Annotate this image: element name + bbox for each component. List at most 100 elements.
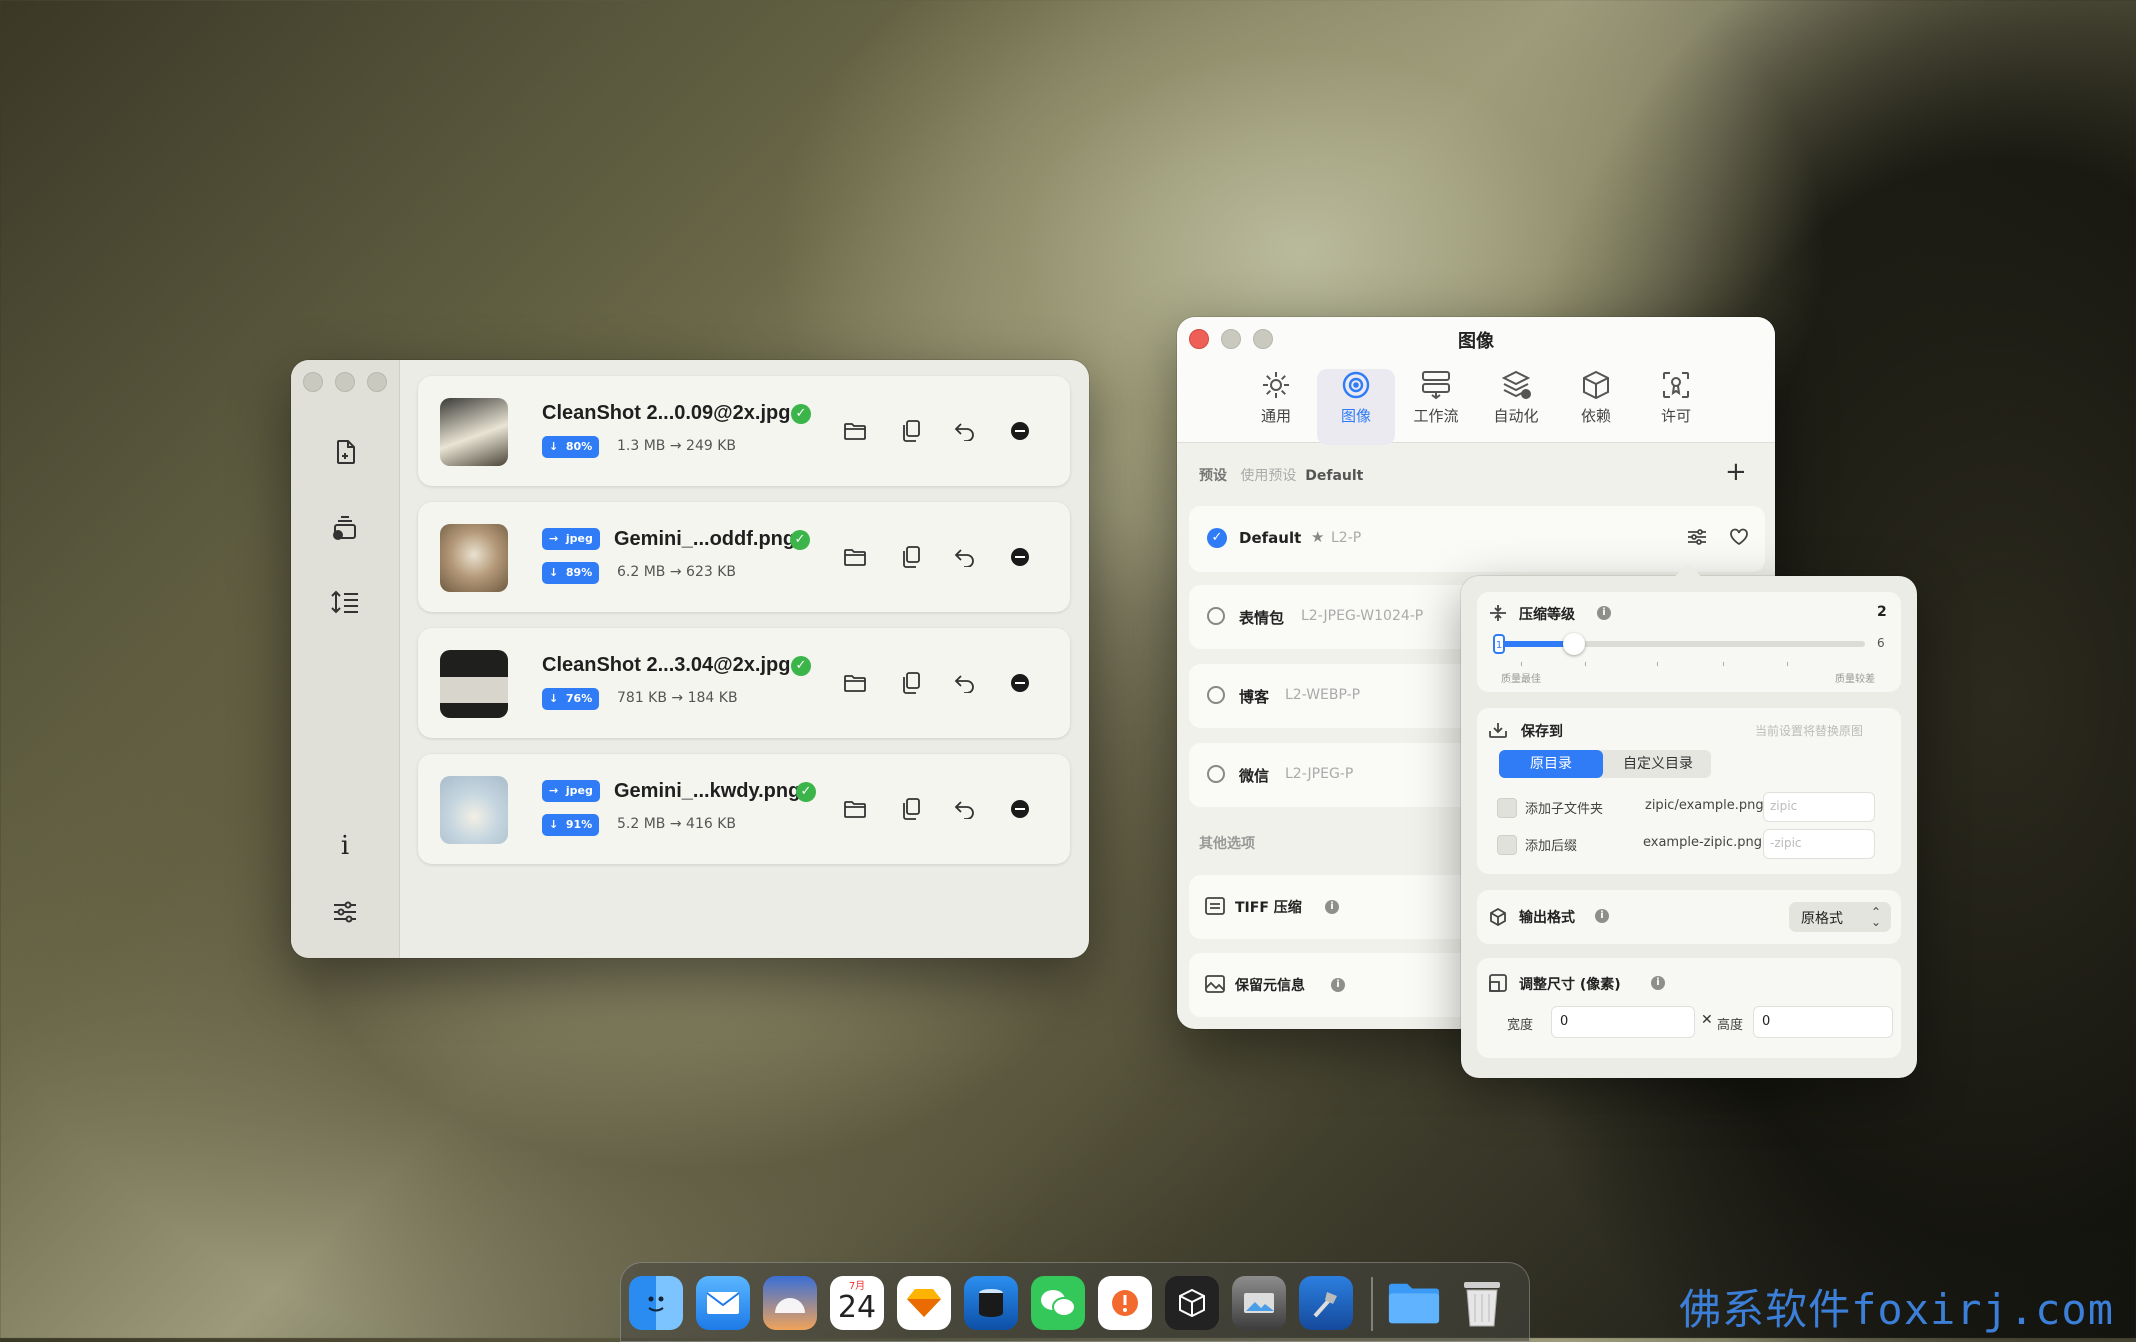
folder-icon[interactable]	[840, 668, 870, 698]
folder-icon[interactable]	[840, 794, 870, 824]
resize-section: 调整尺寸 (像素) i 宽度 0 ✕ 高度 0	[1477, 958, 1901, 1058]
segment-custom-dir[interactable]: 自定义目录	[1605, 750, 1711, 778]
zoom-button[interactable]	[367, 372, 387, 392]
segment-original-dir[interactable]: 原目录	[1499, 750, 1603, 778]
mail-icon[interactable]	[696, 1276, 750, 1330]
undo-icon[interactable]	[950, 794, 980, 824]
output-format-select[interactable]: 原格式 ⌃ ⌄	[1789, 902, 1891, 932]
preset-row[interactable]: ✓ Default ★ L2-P	[1189, 506, 1765, 572]
height-label: 高度	[1717, 1018, 1744, 1033]
preset-settings-popover: 压缩等级 i 2 1 6 质量最佳 质量较差 保存到 当前设置将替换原图 原目录…	[1461, 563, 1917, 1078]
remove-icon[interactable]	[1005, 542, 1035, 572]
option-label: TIFF 压缩	[1235, 900, 1302, 916]
suffix-placeholder: -zipic	[1770, 836, 1802, 850]
info-icon[interactable]: i	[1595, 909, 1609, 923]
compression-slider-track[interactable]	[1501, 633, 1865, 655]
subfolder-checkbox[interactable]	[1497, 798, 1517, 818]
close-button[interactable]	[303, 372, 323, 392]
finder-icon[interactable]	[629, 1276, 683, 1330]
chevron-updown-icon: ⌃ ⌄	[1870, 905, 1881, 929]
undo-icon[interactable]	[950, 416, 980, 446]
compression-label: 压缩等级	[1519, 607, 1575, 623]
tiff-icon	[1205, 897, 1225, 919]
resize-label: 调整尺寸 (像素)	[1519, 977, 1621, 993]
sketch-icon[interactable]	[897, 1276, 951, 1330]
tab-general[interactable]: 通用	[1237, 369, 1315, 445]
saving-badge: ↓ 91%	[542, 814, 600, 836]
copy-icon[interactable]	[896, 668, 926, 698]
dock-separator	[1371, 1277, 1373, 1331]
compression-value: 2	[1877, 604, 1887, 620]
tab-dependencies[interactable]: 依赖	[1557, 369, 1635, 445]
xcode-icon[interactable]	[1299, 1276, 1353, 1330]
info-icon[interactable]: i	[1325, 900, 1339, 914]
calendar-icon[interactable]: 7月 24	[830, 1276, 884, 1330]
tab-image[interactable]: 图像	[1317, 369, 1395, 445]
option-label: 保留元信息	[1235, 978, 1305, 994]
subfolder-placeholder: zipic	[1770, 799, 1798, 813]
add-preset-button[interactable]: +	[1725, 457, 1747, 487]
file-card[interactable]: CleanShot 2...3.04@2x.jpg ✓ ↓ 76% 781 KB…	[418, 628, 1070, 738]
width-label: 宽度	[1507, 1018, 1534, 1033]
saving-badge: ↓ 80%	[542, 436, 600, 458]
undo-icon[interactable]	[950, 542, 980, 572]
file-card[interactable]: → jpeg Gemini_...oddf.png ✓ ↓ 89% 6.2 MB…	[418, 502, 1070, 612]
clear-list-icon[interactable]	[325, 508, 365, 548]
folder-icon[interactable]	[840, 542, 870, 572]
preview-icon[interactable]	[1232, 1276, 1286, 1330]
favorite-heart-icon[interactable]	[1729, 528, 1749, 550]
info-icon[interactable]: i	[1331, 978, 1345, 992]
slider-tick	[1521, 662, 1522, 666]
compression-slider-knob[interactable]	[1563, 633, 1585, 655]
trash-icon[interactable]	[1455, 1276, 1509, 1330]
add-file-icon[interactable]	[325, 432, 365, 472]
preset-name: 微信	[1239, 767, 1270, 785]
times-icon: ✕	[1701, 1012, 1713, 1028]
height-value: 0	[1762, 1014, 1771, 1029]
copy-icon[interactable]	[896, 542, 926, 572]
app-icon-orange[interactable]	[1098, 1276, 1152, 1330]
preset-settings-icon[interactable]	[1687, 528, 1707, 550]
slider-tick	[1723, 662, 1724, 666]
remove-icon[interactable]	[1005, 668, 1035, 698]
tab-workflow[interactable]: 工作流	[1397, 369, 1475, 445]
weather-icon[interactable]	[763, 1276, 817, 1330]
save-to-hint: 当前设置将替换原图	[1755, 724, 1864, 738]
file-sizes: 781 KB → 184 KB	[617, 690, 738, 706]
info-icon[interactable]: i	[1651, 976, 1665, 990]
folder-icon[interactable]	[840, 416, 870, 446]
saving-badge: ↓ 76%	[542, 688, 600, 710]
automation-icon	[1501, 370, 1531, 399]
tab-license[interactable]: 许可	[1637, 369, 1715, 445]
sort-icon[interactable]	[325, 582, 365, 622]
preset-label: 预设	[1199, 468, 1227, 484]
minimize-button[interactable]	[335, 372, 355, 392]
info-icon[interactable]: i	[325, 826, 365, 866]
width-input[interactable]: 0	[1551, 1006, 1695, 1038]
tab-automation[interactable]: 自动化	[1477, 369, 1555, 445]
suffix-input[interactable]: -zipic	[1763, 829, 1875, 859]
success-check-icon: ✓	[791, 404, 811, 424]
undo-icon[interactable]	[950, 668, 980, 698]
compression-section: 压缩等级 i 2 1 6 质量最佳 质量较差	[1477, 592, 1901, 692]
file-sizes: 1.3 MB → 249 KB	[617, 438, 737, 454]
preset-code: L2-JPEG-P	[1285, 766, 1354, 782]
cube-app-icon[interactable]	[1165, 1276, 1219, 1330]
folder-icon[interactable]	[1387, 1276, 1441, 1330]
wechat-icon[interactable]	[1031, 1276, 1085, 1330]
sliders-icon[interactable]	[325, 892, 365, 932]
suffix-checkbox[interactable]	[1497, 835, 1517, 855]
info-icon[interactable]: i	[1597, 606, 1611, 620]
subfolder-input[interactable]: zipic	[1763, 792, 1875, 822]
preset-code: L2-WEBP-P	[1285, 687, 1361, 703]
file-card[interactable]: → jpeg Gemini_...kwdy.png ✓ ↓ 91% 5.2 MB…	[418, 754, 1070, 864]
copy-icon[interactable]	[896, 794, 926, 824]
success-check-icon: ✓	[790, 530, 810, 550]
height-input[interactable]: 0	[1753, 1006, 1893, 1038]
app-icon[interactable]	[964, 1276, 1018, 1330]
remove-icon[interactable]	[1005, 416, 1035, 446]
file-sizes: 5.2 MB → 416 KB	[617, 816, 737, 832]
remove-icon[interactable]	[1005, 794, 1035, 824]
copy-icon[interactable]	[896, 416, 926, 446]
file-card[interactable]: CleanShot 2...0.09@2x.jpg ✓ ↓ 80% 1.3 MB…	[418, 376, 1070, 486]
